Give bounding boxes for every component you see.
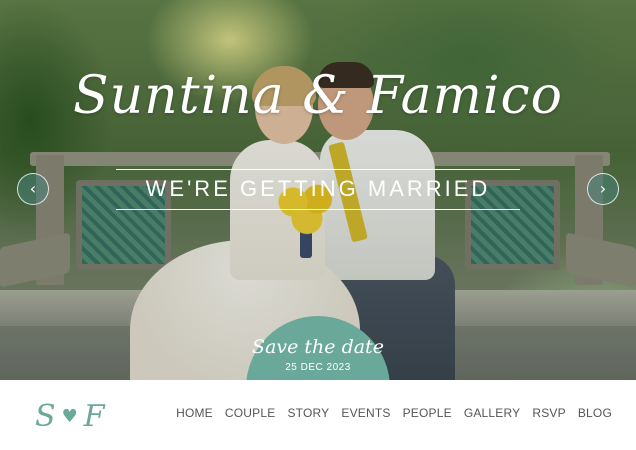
chevron-left-icon: ‹ (29, 179, 37, 198)
nav-gallery[interactable]: GALLERY (464, 406, 521, 420)
tagline: WE'RE GETTING MARRIED (145, 176, 491, 201)
wedding-date: 25 DEC 2023 (285, 362, 351, 373)
logo-initial-f: F (83, 398, 105, 434)
save-the-date-label: Save the date (252, 336, 384, 358)
main-menu: HOME COUPLE STORY EVENTS PEOPLE GALLERY … (176, 406, 612, 420)
nav-story[interactable]: STORY (287, 406, 329, 420)
chevron-right-icon: › (599, 179, 607, 198)
nav-events[interactable]: EVENTS (341, 406, 390, 420)
site-logo[interactable]: S ♥ F (35, 396, 105, 436)
slider-prev-button[interactable]: ‹ (17, 173, 49, 205)
logo-initial-s: S (35, 398, 56, 434)
slider-next-button[interactable]: › (587, 173, 619, 205)
nav-home[interactable]: HOME (176, 406, 213, 420)
nav-rsvp[interactable]: RSVP (532, 406, 565, 420)
nav-couple[interactable]: COUPLE (225, 406, 276, 420)
nav-people[interactable]: PEOPLE (403, 406, 452, 420)
couple-names-title: Suntina & Famico (73, 66, 563, 126)
heart-icon: ♥ (61, 405, 78, 427)
title-divider-top (116, 169, 520, 170)
nav-blog[interactable]: BLOG (578, 406, 612, 420)
title-divider-bottom (116, 209, 520, 210)
